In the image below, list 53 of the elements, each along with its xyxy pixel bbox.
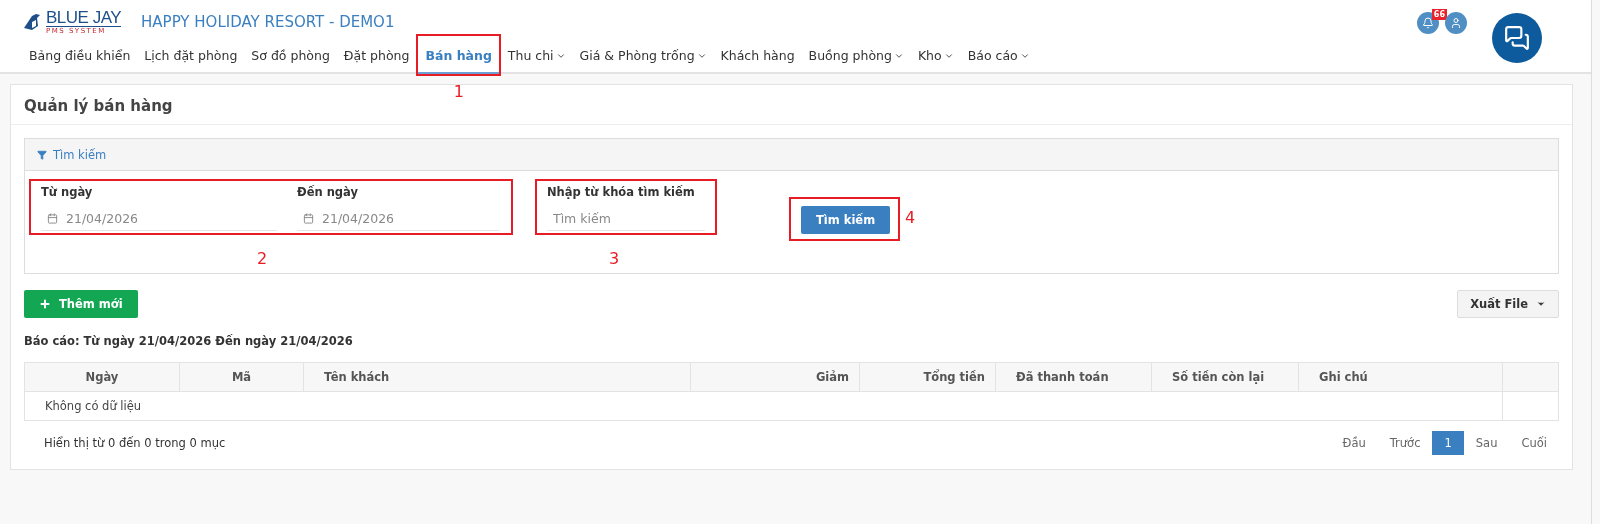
search-input[interactable]: Tìm kiếm <box>553 211 699 226</box>
search-button[interactable]: Tìm kiếm <box>801 206 891 234</box>
caret-icon <box>1536 299 1546 309</box>
callout-number: 1 <box>453 82 464 101</box>
nav-item[interactable]: Thu chi <box>500 42 573 74</box>
nav-item[interactable]: Khách hàng <box>713 42 802 74</box>
callout-number: 4 <box>905 208 916 227</box>
filter-icon <box>37 149 47 160</box>
nav-item[interactable]: Lịch đặt phòng <box>137 42 245 74</box>
nav-item[interactable]: Giá & Phòng trống <box>572 42 714 74</box>
filter-title: Tìm kiếm <box>53 147 107 162</box>
pagination-link[interactable]: Trước <box>1377 431 1433 455</box>
pagination-link[interactable]: Đầu <box>1330 431 1378 455</box>
column-header: Số tiền còn lại <box>1151 362 1299 392</box>
calendar-icon <box>47 213 58 224</box>
column-header: Tổng tiền <box>859 362 996 392</box>
calendar-icon <box>303 213 314 224</box>
date-field[interactable]: 21/04/2026 <box>297 207 499 231</box>
export-button[interactable]: Xuất File <box>1457 290 1559 318</box>
filter-header[interactable]: Tìm kiếm <box>25 139 1558 171</box>
nav-item[interactable]: Bán hàng <box>418 42 499 74</box>
nav-item[interactable]: Buồng phòng <box>801 42 911 74</box>
nav-item[interactable]: Sơ đồ phòng <box>244 42 337 74</box>
hotel-title: HAPPY HOLIDAY RESORT - DEMO1 <box>141 13 395 31</box>
chat-icon <box>1504 25 1530 51</box>
column-header: Mã <box>179 362 304 392</box>
pagination-link[interactable]: Cuối <box>1509 431 1559 455</box>
column-header: Giảm <box>690 362 860 392</box>
logo-name: BLUE JAY <box>46 9 122 26</box>
plus-icon <box>39 298 51 310</box>
user-icon <box>1450 17 1462 29</box>
pagination-link[interactable]: 1 <box>1432 431 1464 455</box>
column-header: Đã thanh toán <box>995 362 1152 392</box>
field-label: Nhập từ khóa tìm kiếm <box>547 184 696 201</box>
column-header: Tên khách <box>303 362 691 392</box>
notification-badge: 66 <box>1431 9 1447 20</box>
callout-number: 2 <box>257 249 268 268</box>
table-info: Hiển thị từ 0 đến 0 trong 0 mục <box>44 436 226 450</box>
nav-item[interactable]: Kho <box>910 42 961 74</box>
column-header: Ngày <box>24 362 180 392</box>
nav-item[interactable]: Bảng điều khiển <box>22 42 138 74</box>
nav-item[interactable]: Báo cáo <box>960 42 1037 74</box>
nav-item[interactable]: Đặt phòng <box>336 42 417 74</box>
report-caption: Báo cáo: Từ ngày 21/04/2026 Đến ngày 21/04/2026 <box>24 334 354 348</box>
pagination-link[interactable]: Sau <box>1463 431 1510 455</box>
column-header: Ghi chú <box>1298 362 1503 392</box>
field-label: Từ ngày <box>41 184 94 201</box>
callout-number: 3 <box>609 249 620 268</box>
bell-icon <box>1422 17 1434 29</box>
field-label: Đến ngày <box>297 184 359 201</box>
search-field[interactable]: Tìm kiếm <box>547 207 705 231</box>
date-field[interactable]: 21/04/2026 <box>41 207 277 231</box>
empty-message: Không có dữ liệu <box>24 391 1503 421</box>
